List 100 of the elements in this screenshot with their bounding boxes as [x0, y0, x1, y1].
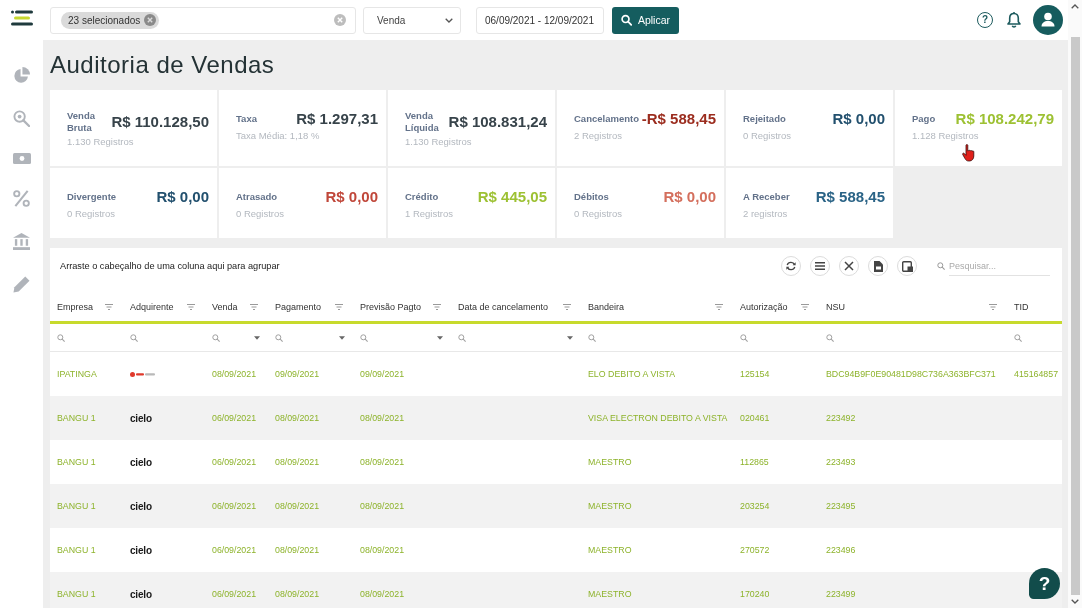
table-cell: BANGU 1: [57, 545, 96, 555]
table-cell: 170240: [740, 589, 770, 599]
logo-icon[interactable]: [10, 10, 33, 26]
column-header[interactable]: Empresa: [57, 302, 93, 312]
column-header[interactable]: Autorização: [740, 302, 788, 312]
column-header[interactable]: Previsão Pagto: [360, 302, 422, 312]
table-cell: 08/09/2021: [275, 501, 320, 511]
table-cell: 223496: [826, 545, 856, 555]
filter-icon[interactable]: [989, 304, 997, 310]
filter-icon[interactable]: [563, 304, 571, 310]
card-label: A Receber: [743, 191, 790, 203]
avatar-icon[interactable]: [1033, 5, 1063, 35]
page-title: Auditoria de Vendas: [50, 51, 276, 79]
card-label: Crédito: [405, 191, 439, 203]
date-range-field[interactable]: 06/09/2021 - 12/09/2021: [476, 6, 604, 34]
table-cell: 06/09/2021: [212, 501, 257, 511]
search-field[interactable]: Pesquisar...: [949, 256, 1050, 276]
table-cell: 08/09/2021: [360, 545, 405, 555]
table-cell: 08/09/2021: [360, 413, 405, 423]
bank-icon[interactable]: [13, 233, 30, 250]
acquirer-logo-icon: [130, 371, 155, 377]
column-header[interactable]: Venda: [212, 302, 238, 312]
clear-filters-button[interactable]: [839, 256, 859, 276]
card-note: 2 registros: [743, 208, 789, 220]
table-cell: 125154: [740, 369, 770, 379]
table-cell: 223492: [826, 413, 856, 423]
search-icon: [621, 14, 632, 26]
table-cell: 020461: [740, 413, 770, 423]
card-value: R$ 0,00: [156, 188, 209, 206]
refresh-button[interactable]: [781, 256, 801, 276]
filter-icon[interactable]: [335, 304, 343, 310]
filter-icon[interactable]: [250, 304, 258, 310]
table-cell: ELO DEBITO A VISTA: [588, 369, 676, 379]
export-button[interactable]: [897, 256, 917, 276]
list-icon: [815, 262, 825, 270]
card-note: 1.130 Registros: [67, 136, 135, 148]
search-icon: [937, 262, 945, 270]
column-header[interactable]: NSU: [826, 302, 845, 312]
card-note: 1 Registros: [405, 208, 455, 220]
acquirer-wordmark: cielo: [130, 456, 152, 468]
company-filter-field[interactable]: 23 selecionados: [50, 6, 356, 34]
caret-icon[interactable]: [254, 335, 260, 340]
column-header[interactable]: Adquirente: [130, 302, 174, 312]
acquirer-wordmark: cielo: [130, 500, 152, 512]
magnifier-icon[interactable]: [13, 110, 30, 127]
search-icon: [57, 333, 65, 342]
scrollbar-thumb[interactable]: [1070, 37, 1080, 595]
table-cell: 09/09/2021: [360, 369, 405, 379]
card-value: R$ 108.831,24: [448, 113, 547, 131]
card-value: R$ 0,00: [832, 110, 885, 128]
banknote-icon[interactable]: [12, 153, 31, 164]
table-cell: BANGU 1: [57, 589, 96, 599]
apply-button[interactable]: Aplicar: [612, 6, 679, 34]
pencil-icon[interactable]: [13, 276, 30, 293]
pie-chart-icon[interactable]: [13, 67, 30, 84]
selection-chip[interactable]: 23 selecionados: [61, 11, 160, 29]
export-button[interactable]: [868, 256, 888, 276]
column-header[interactable]: Data de cancelamento: [458, 302, 549, 312]
column-header[interactable]: Pagamento: [275, 302, 322, 312]
table-cell: 08/09/2021: [275, 457, 320, 467]
card-note: 0 Registros: [743, 130, 793, 142]
filter-icon[interactable]: [105, 304, 113, 310]
table-cell: 06/09/2021: [212, 413, 257, 423]
card-value: R$ 0,00: [663, 188, 716, 206]
search-icon: [1014, 333, 1022, 342]
card-note: 2 Registros: [574, 130, 624, 142]
column-header[interactable]: Bandeira: [588, 302, 625, 312]
remove-icon[interactable]: [144, 14, 157, 26]
table-cell: MAESTRO: [588, 457, 632, 467]
filter-icon[interactable]: [187, 304, 195, 310]
column-header[interactable]: TID: [1014, 302, 1029, 312]
caret-icon[interactable]: [437, 335, 443, 340]
document-icon: [901, 260, 913, 272]
card-label: Taxa: [236, 113, 257, 125]
table-cell: 223493: [826, 457, 856, 467]
card-label: Divergente: [67, 191, 117, 203]
acquirer-wordmark: cielo: [130, 412, 152, 424]
help-button[interactable]: ?: [977, 12, 993, 28]
card-note: 0 Registros: [236, 208, 286, 220]
column-chooser-button[interactable]: [810, 256, 830, 276]
caret-icon[interactable]: [567, 335, 573, 340]
table-cell: BANGU 1: [57, 457, 96, 467]
table-cell: 08/09/2021: [275, 413, 320, 423]
table-cell: 08/09/2021: [360, 589, 405, 599]
caret-icon[interactable]: [339, 335, 345, 340]
search-icon: [740, 333, 748, 342]
table-cell: 08/09/2021: [212, 369, 257, 379]
scroll-up-icon[interactable]: [1071, 4, 1079, 9]
scroll-down-icon[interactable]: [1071, 599, 1079, 604]
operation-select[interactable]: Venda: [363, 6, 461, 34]
hand-cursor-icon: [962, 144, 976, 162]
bell-icon[interactable]: [1007, 12, 1021, 28]
filter-icon[interactable]: [433, 304, 441, 310]
percent-icon[interactable]: [13, 190, 30, 207]
filter-icon[interactable]: [801, 304, 809, 310]
card-label: Cancelamento: [574, 113, 639, 125]
filter-icon[interactable]: [715, 304, 723, 310]
card-value: R$ 0,00: [325, 188, 378, 206]
table-cell: 06/09/2021: [212, 545, 257, 555]
clear-icon[interactable]: [334, 14, 346, 26]
